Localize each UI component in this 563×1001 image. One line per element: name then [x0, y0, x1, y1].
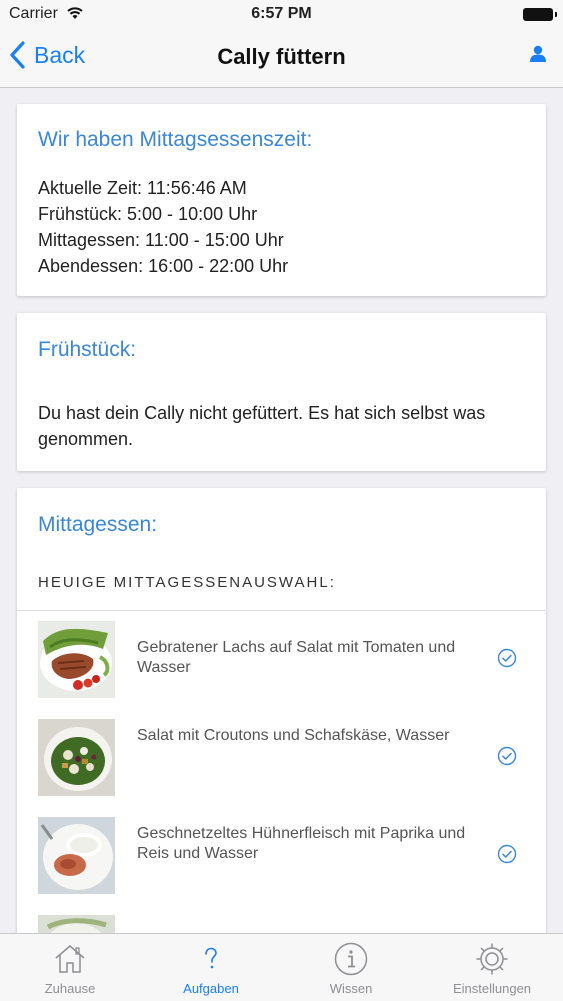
meal-time-list: Aktuelle Zeit: 11:56:46 AM Frühstück: 5:…	[38, 175, 288, 279]
tab-label: Wissen	[329, 981, 373, 996]
navigation-bar: Back Cally füttern	[0, 30, 563, 88]
meal-item-chicken[interactable]: Geschnetzeltes Hühnerfleisch mit Paprika…	[17, 807, 546, 905]
meal-item-salad[interactable]: Salat mit Croutons und Schafskäse, Wasse…	[17, 709, 546, 807]
meal-item-salmon[interactable]: Gebratener Lachs auf Salat mit Tomaten u…	[17, 611, 546, 709]
tab-bar: Zuhause Aufgaben Wissen Einstellungen	[0, 933, 563, 1001]
meal-item-partial[interactable]	[17, 905, 546, 933]
lunch-time-line: Mittagessen: 11:00 - 15:00 Uhr	[38, 230, 284, 250]
gear-icon	[422, 942, 562, 976]
profile-button[interactable]	[529, 45, 547, 68]
battery-icon	[523, 8, 557, 21]
status-bar: Carrier 6:57 PM	[0, 0, 563, 30]
breakfast-message: Du hast dein Cally nicht gefüttert. Es h…	[38, 403, 486, 449]
tab-label: Aufgaben	[183, 981, 239, 996]
meal-name: Gebratener Lachs auf Salat mit Tomaten u…	[137, 639, 456, 676]
dinner-time-line: Abendessen: 16:00 - 22:00 Uhr	[38, 256, 289, 276]
tab-label: Zuhause	[44, 981, 96, 996]
content-scroll[interactable]: Wir haben Mittagsessenszeit: Aktuelle Ze…	[0, 88, 563, 933]
info-icon	[281, 942, 421, 976]
lunch-card: Mittagessen: HEUIGE MITTAGESSENAUSWAHL:	[17, 488, 546, 933]
meal-time-title: Wir haben Mittagsessenszeit:	[38, 128, 313, 151]
meal-name: Geschnetzeltes Hühnerfleisch mit Paprika…	[137, 825, 466, 862]
lunch-title: Mittagessen:	[38, 513, 158, 536]
tab-aufgaben[interactable]: Aufgaben	[141, 934, 281, 1001]
user-icon	[530, 45, 546, 62]
question-icon	[141, 942, 281, 976]
breakfast-title: Frühstück:	[38, 338, 137, 361]
meal-time-card: Wir haben Mittagsessenszeit: Aktuelle Ze…	[17, 104, 546, 296]
tab-wissen[interactable]: Wissen	[281, 934, 421, 1001]
tab-label: Einstellungen	[452, 981, 532, 996]
status-time: 6:57 PM	[251, 5, 312, 22]
check-circle-icon[interactable]	[497, 648, 517, 673]
meal-image-partial	[38, 915, 115, 933]
meal-image-salmon	[38, 621, 115, 698]
page-title: Cally füttern	[217, 44, 346, 69]
meal-image-salad	[38, 719, 115, 796]
breakfast-card: Frühstück: Du hast dein Cally nicht gefü…	[17, 313, 546, 471]
check-circle-icon[interactable]	[497, 844, 517, 869]
tab-zuhause[interactable]: Zuhause	[0, 934, 140, 1001]
home-icon	[0, 942, 140, 976]
lunch-selection-header: HEUIGE MITTAGESSENAUSWAHL:	[38, 574, 336, 591]
check-circle-icon[interactable]	[497, 746, 517, 771]
current-time-line: Aktuelle Zeit: 11:56:46 AM	[38, 178, 247, 198]
breakfast-time-line: Frühstück: 5:00 - 10:00 Uhr	[38, 204, 258, 224]
meal-name: Salat mit Croutons und Schafskäse, Wasse…	[137, 727, 450, 744]
tab-einstellungen[interactable]: Einstellungen	[422, 934, 562, 1001]
meal-image-chicken	[38, 817, 115, 894]
